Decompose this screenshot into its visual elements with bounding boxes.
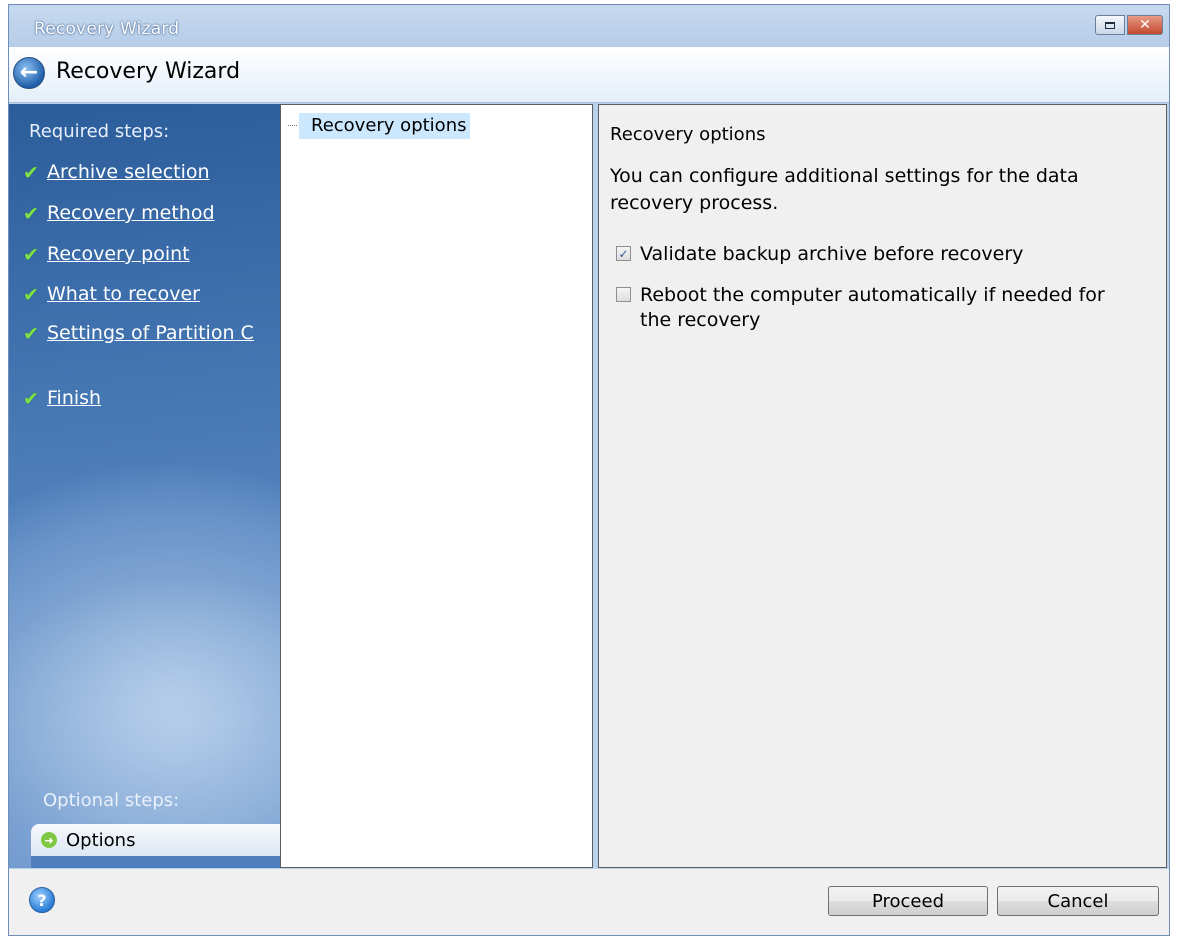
step-link[interactable]: What to recover <box>47 283 200 306</box>
footer-bar: ? Proceed Cancel <box>9 869 1169 935</box>
checkmark-icon: ✔ <box>23 161 39 184</box>
checkmark-icon: ✔ <box>23 202 39 225</box>
checkmark-icon: ✔ <box>23 387 39 410</box>
options-tree: Recovery options <box>280 104 593 868</box>
options-panel: Recovery options You can configure addit… <box>598 104 1167 868</box>
reboot-option[interactable]: Reboot the computer automatically if nee… <box>616 283 1120 333</box>
wizard-header: ← Recovery Wizard <box>9 47 1169 103</box>
recovery-wizard-window: Recovery Wizard ✕ ← Recovery Wizard Requ… <box>8 4 1170 936</box>
step-archive-selection[interactable]: ✔ Archive selection <box>23 161 210 184</box>
step-link[interactable]: Recovery method <box>47 202 215 225</box>
back-arrow-icon: ← <box>19 60 39 85</box>
validate-backup-label[interactable]: Validate backup archive before recovery <box>640 242 1120 267</box>
proceed-button[interactable]: Proceed <box>828 886 988 916</box>
arrow-right-icon: ➜ <box>41 832 57 848</box>
steps-sidebar: Required steps: ✔ Archive selection ✔ Re… <box>9 104 280 868</box>
help-button[interactable]: ? <box>29 887 55 913</box>
required-steps-header: Required steps: <box>29 121 170 142</box>
restore-button[interactable] <box>1095 15 1125 35</box>
options-tab-edge <box>31 856 280 868</box>
step-link[interactable]: Recovery point <box>47 243 190 266</box>
step-settings-partition-c[interactable]: ✔ Settings of Partition C <box>23 322 262 345</box>
reboot-checkbox[interactable] <box>616 287 631 302</box>
restore-icon <box>1105 21 1115 29</box>
help-icon: ? <box>37 890 47 910</box>
options-title: Recovery options <box>610 124 766 145</box>
optional-steps-header: Optional steps: <box>43 790 180 811</box>
step-recovery-point[interactable]: ✔ Recovery point <box>23 243 190 266</box>
step-what-to-recover[interactable]: ✔ What to recover <box>23 283 200 306</box>
validate-backup-checkbox[interactable]: ✓ <box>616 246 631 261</box>
validate-backup-option[interactable]: ✓ Validate backup archive before recover… <box>616 242 1120 267</box>
close-button[interactable]: ✕ <box>1127 15 1163 35</box>
step-recovery-method[interactable]: ✔ Recovery method <box>23 202 215 225</box>
window-controls: ✕ <box>1095 15 1163 35</box>
step-options-label: Options <box>66 829 136 851</box>
page-title: Recovery Wizard <box>56 59 241 84</box>
reboot-label[interactable]: Reboot the computer automatically if nee… <box>640 283 1120 333</box>
title-bar[interactable]: Recovery Wizard ✕ <box>9 5 1169 47</box>
window-title: Recovery Wizard <box>34 19 180 39</box>
options-description: You can configure additional settings fo… <box>610 165 1079 214</box>
checkmark-icon: ✔ <box>23 322 39 345</box>
step-link[interactable]: Settings of Partition C <box>47 322 262 345</box>
step-finish[interactable]: ✔ Finish <box>23 387 101 410</box>
step-link[interactable]: Finish <box>47 387 101 410</box>
back-button[interactable]: ← <box>13 57 45 89</box>
step-link[interactable]: Archive selection <box>47 161 210 184</box>
close-icon: ✕ <box>1139 17 1151 33</box>
step-options[interactable]: ➜ Options <box>31 824 280 856</box>
checkmark-icon: ✔ <box>23 243 39 266</box>
checkmark-icon: ✔ <box>23 283 39 306</box>
tree-item-recovery-options[interactable]: Recovery options <box>299 113 471 139</box>
cancel-button[interactable]: Cancel <box>997 886 1159 916</box>
tree-connector <box>288 125 297 126</box>
